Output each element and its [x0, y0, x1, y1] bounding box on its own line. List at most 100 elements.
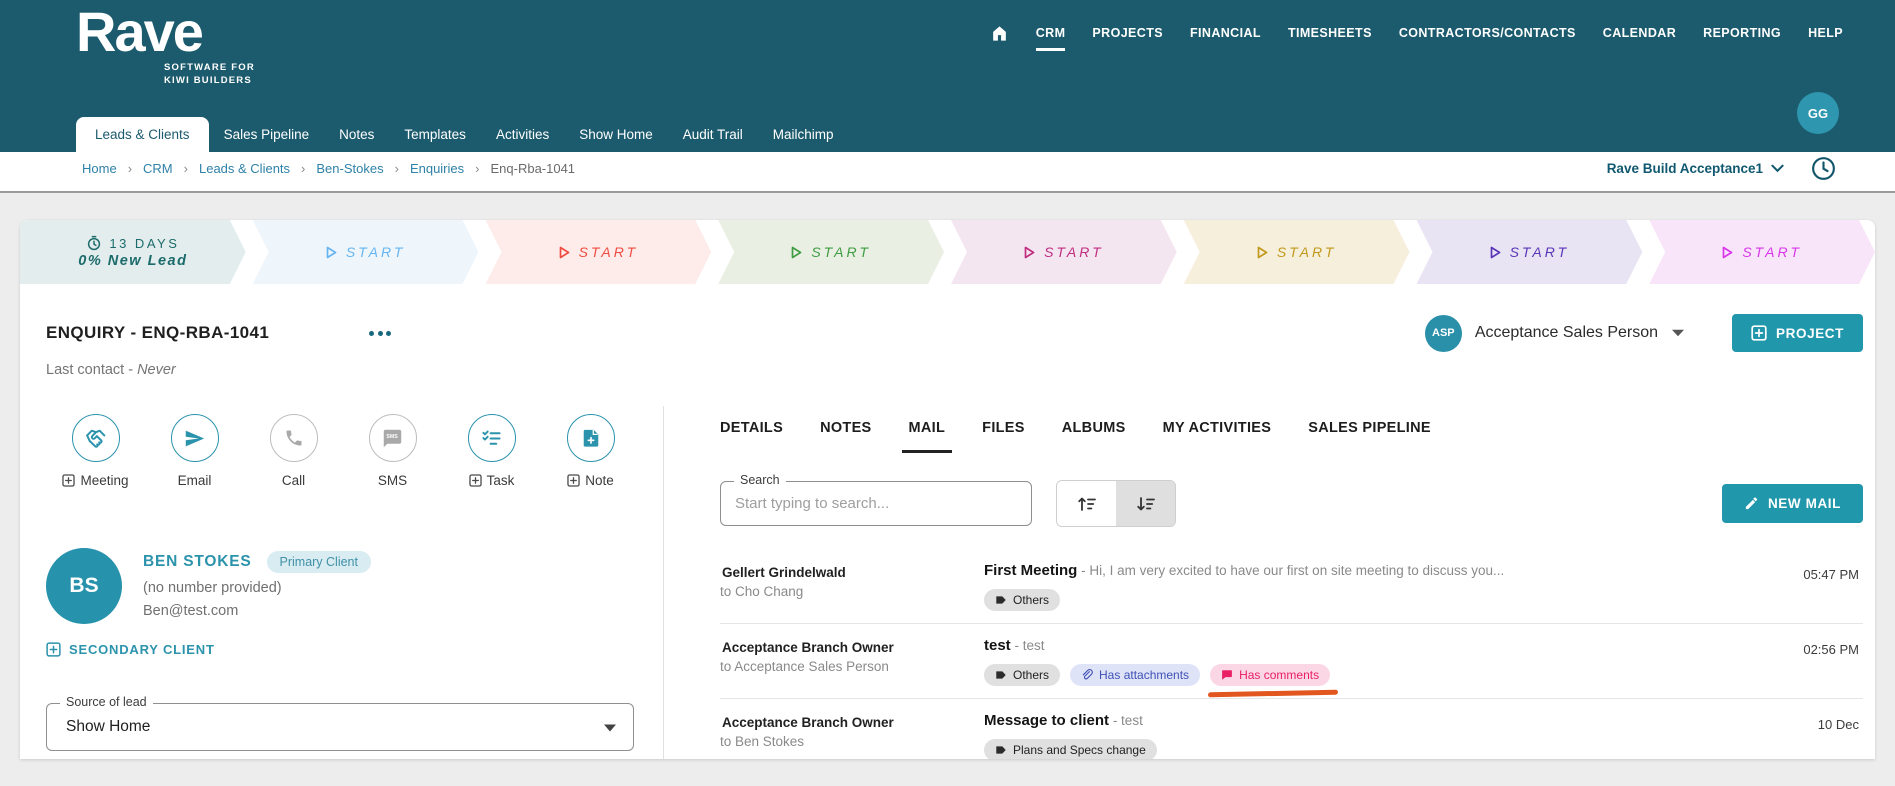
client-email: Ben@test.com: [143, 603, 239, 619]
app-root: Rave SOFTWARE FOR KIWI BUILDERS CRM PROJ…: [0, 0, 1895, 786]
more-options-icon[interactable]: [365, 327, 395, 340]
mail-time: 02:56 PM: [1803, 642, 1859, 657]
main-nav: CRM PROJECTS FINANCIAL TIMESHEETS CONTRA…: [990, 24, 1843, 52]
nav-projects[interactable]: PROJECTS: [1092, 26, 1163, 51]
client-name[interactable]: BEN STOKES: [143, 553, 252, 571]
select-value: Show Home: [66, 718, 151, 735]
subtab-notes[interactable]: Notes: [324, 117, 389, 152]
subtab-leads-clients[interactable]: Leads & Clients: [76, 117, 209, 152]
enquiry-card: 13 DAYS 0% New Lead START START START ST…: [20, 220, 1875, 759]
add-box-icon: [468, 474, 482, 487]
tab-sales-pipeline[interactable]: SALES PIPELINE: [1308, 420, 1431, 436]
source-of-lead-select[interactable]: Source of lead Show Home: [46, 695, 634, 751]
call-button[interactable]: Call: [244, 414, 343, 488]
nav-help[interactable]: HELP: [1808, 26, 1843, 51]
sort-ascending-button[interactable]: [1057, 481, 1116, 526]
sort-desc-icon: [1136, 496, 1155, 510]
play-icon: [1490, 246, 1501, 259]
add-secondary-client-button[interactable]: SECONDARY CLIENT: [46, 642, 663, 657]
stage-start-5[interactable]: START: [1184, 220, 1410, 284]
crumb-crm[interactable]: CRM: [143, 161, 173, 176]
stage-start-6[interactable]: START: [1417, 220, 1643, 284]
home-icon[interactable]: [990, 24, 1009, 52]
subtab-mailchimp[interactable]: Mailchimp: [758, 117, 849, 152]
mail-row[interactable]: Acceptance Branch Owner to Ben Stokes Me…: [720, 698, 1863, 759]
subtab-audit-trail[interactable]: Audit Trail: [668, 117, 758, 152]
mail-row[interactable]: Gellert Grindelwald to Cho Chang First M…: [720, 549, 1863, 623]
stage-start-1[interactable]: START: [253, 220, 479, 284]
nav-timesheets[interactable]: TIMESHEETS: [1288, 26, 1372, 51]
label-icon: [996, 596, 1006, 604]
add-meeting-button[interactable]: Meeting: [46, 414, 145, 488]
play-icon: [1024, 246, 1035, 259]
add-box-icon: [567, 474, 580, 487]
crm-subtabs: Leads & Clients Sales Pipeline Notes Tem…: [76, 117, 849, 152]
nav-contractors-contacts[interactable]: CONTRACTORS/CONTACTS: [1399, 26, 1576, 51]
svg-text:SMS: SMS: [386, 434, 398, 440]
mail-search: Search: [720, 473, 1032, 526]
nav-financial[interactable]: FINANCIAL: [1190, 26, 1261, 51]
mail-preview: - test: [1014, 638, 1045, 653]
tab-details[interactable]: DETAILS: [720, 420, 783, 436]
subtab-templates[interactable]: Templates: [389, 117, 481, 152]
add-note-button[interactable]: Note: [541, 414, 640, 488]
stage-progress: 0% New Lead: [78, 253, 188, 269]
breadcrumb-separator: ›: [183, 161, 188, 176]
subtab-sales-pipeline[interactable]: Sales Pipeline: [209, 117, 325, 152]
crumb-leads-clients[interactable]: Leads & Clients: [199, 161, 290, 176]
logo-subtitle: SOFTWARE FOR KIWI BUILDERS: [164, 62, 255, 86]
sort-toggle-group: [1056, 480, 1176, 527]
paperclip-icon: [1082, 669, 1093, 680]
nav-reporting[interactable]: REPORTING: [1703, 26, 1781, 51]
tab-mail[interactable]: MAIL: [901, 420, 952, 453]
new-mail-button[interactable]: NEW MAIL: [1721, 484, 1863, 523]
tab-my-activities[interactable]: MY ACTIVITIES: [1163, 420, 1272, 436]
stage-current-new-lead: 13 DAYS 0% New Lead: [20, 220, 246, 284]
tab-files[interactable]: FILES: [982, 420, 1025, 436]
mail-recipient: to Cho Chang: [720, 584, 804, 600]
crumb-current: Enq-Rba-1041: [490, 161, 576, 176]
nav-calendar[interactable]: CALENDAR: [1603, 26, 1676, 51]
sms-button[interactable]: SMS SMS: [343, 414, 442, 488]
search-input[interactable]: [721, 495, 1031, 512]
sort-asc-icon: [1077, 497, 1096, 511]
dropdown-caret-icon: [604, 724, 616, 732]
history-clock-icon[interactable]: [1810, 155, 1837, 182]
sales-stage-pipeline: 13 DAYS 0% New Lead START START START ST…: [20, 220, 1875, 284]
stage-start-3[interactable]: START: [718, 220, 944, 284]
client-panel: Meeting Email Call SMS SMS Task Note BS …: [20, 406, 664, 759]
project-button[interactable]: PROJECT: [1732, 314, 1863, 352]
primary-client-badge: Primary Client: [266, 551, 371, 573]
tab-albums[interactable]: ALBUMS: [1062, 420, 1126, 436]
mail-row[interactable]: Acceptance Branch Owner to Acceptance Sa…: [720, 623, 1863, 698]
subtab-show-home[interactable]: Show Home: [564, 117, 668, 152]
play-icon: [791, 246, 802, 259]
play-icon: [326, 246, 337, 259]
company-selector[interactable]: Rave Build Acceptance1: [1607, 161, 1784, 176]
play-icon: [1257, 246, 1268, 259]
stage-start-4[interactable]: START: [951, 220, 1177, 284]
mail-preview: - test: [1112, 713, 1143, 728]
stage-start-7[interactable]: START: [1649, 220, 1875, 284]
rave-logo[interactable]: Rave SOFTWARE FOR KIWI BUILDERS: [76, 4, 255, 88]
crumb-ben-stokes[interactable]: Ben-Stokes: [316, 161, 383, 176]
crumb-enquiries[interactable]: Enquiries: [410, 161, 464, 176]
tag-others: Others: [984, 589, 1061, 611]
play-icon: [1722, 246, 1733, 259]
owner-dropdown-caret[interactable]: [1668, 325, 1688, 341]
add-task-button[interactable]: Task: [442, 414, 541, 488]
stage-start-2[interactable]: START: [486, 220, 712, 284]
sort-descending-button[interactable]: [1116, 481, 1175, 526]
crumb-home[interactable]: Home: [82, 161, 117, 176]
tab-notes[interactable]: NOTES: [820, 420, 871, 436]
subtab-activities[interactable]: Activities: [481, 117, 564, 152]
user-avatar[interactable]: GG: [1797, 92, 1839, 134]
email-button[interactable]: Email: [145, 414, 244, 488]
owner-avatar: ASP: [1424, 314, 1462, 352]
mail-sender: Acceptance Branch Owner: [722, 640, 894, 655]
stage-duration: 13 DAYS: [109, 235, 180, 251]
mail-list: Gellert Grindelwald to Cho Chang First M…: [720, 549, 1863, 759]
nav-crm[interactable]: CRM: [1035, 26, 1066, 51]
mail-preview: - Hi, I am very excited to have our firs…: [1081, 563, 1505, 578]
page-title: ENQUIRY - ENQ-RBA-1041: [46, 323, 270, 342]
